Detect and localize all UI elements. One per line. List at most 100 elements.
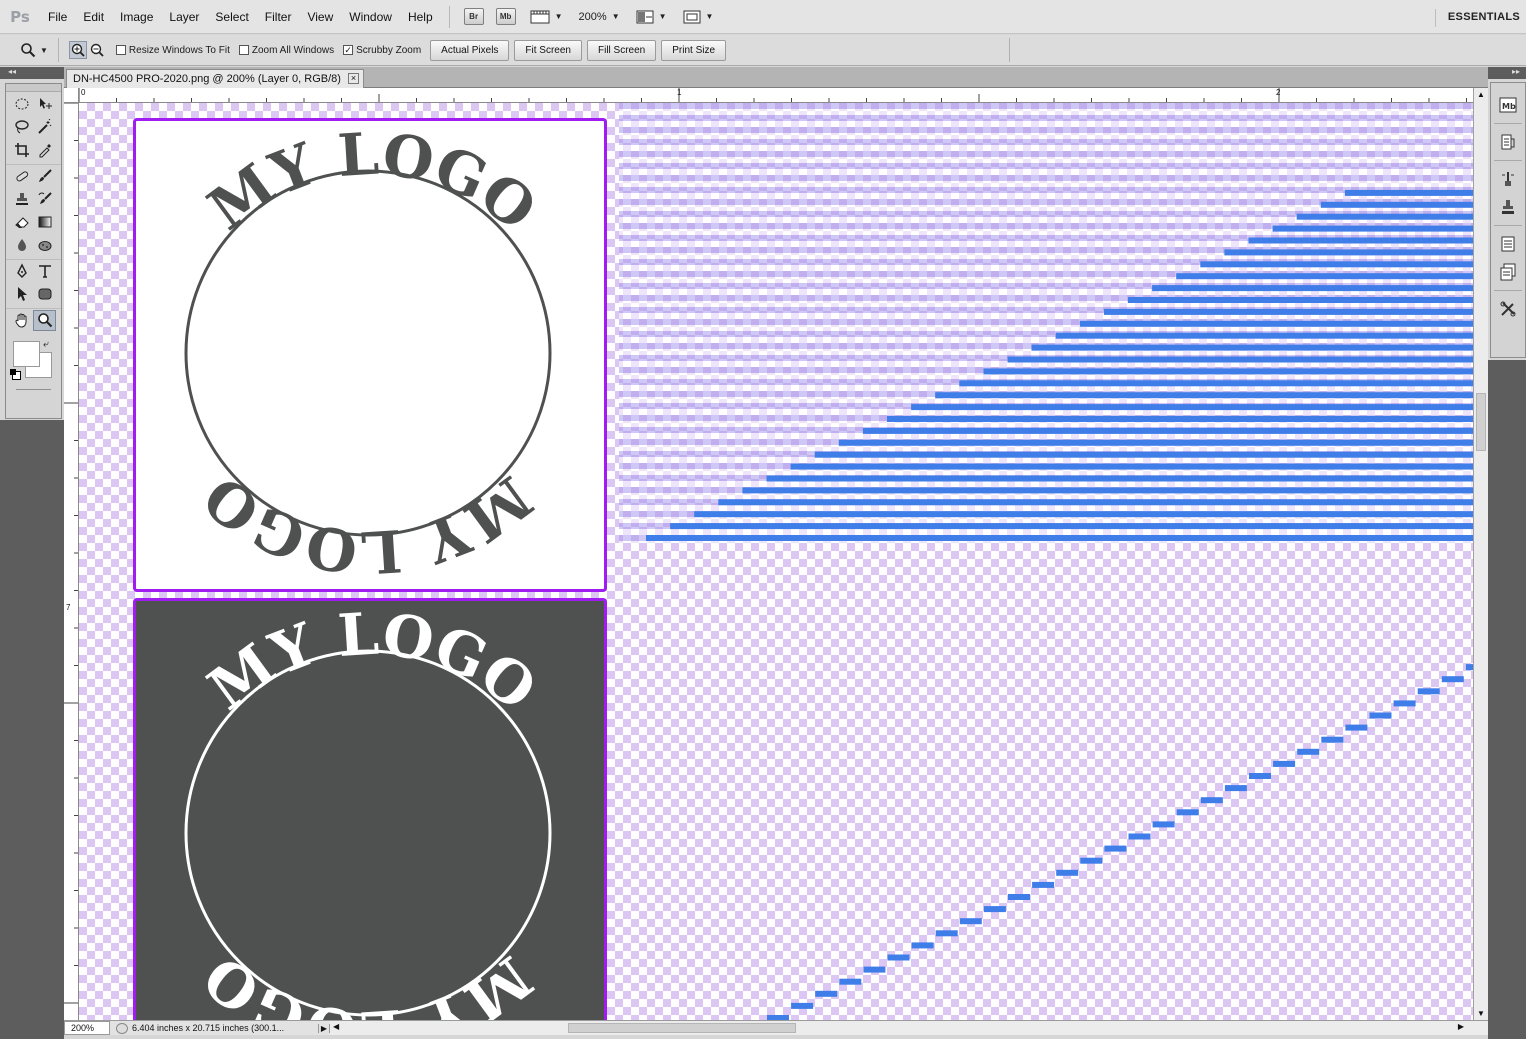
right-panel-header[interactable]: ▸▸: [1488, 67, 1526, 79]
horizontal-scrollbar[interactable]: ◀ ▶: [330, 1021, 1488, 1035]
tool-presets-panel-button[interactable]: [1491, 295, 1525, 323]
zoom-all-windows-checkbox[interactable]: Zoom All Windows: [238, 45, 334, 56]
screen-mode-icon: [683, 10, 701, 23]
scrubby-zoom-checkbox[interactable]: ✓ Scrubby Zoom: [343, 45, 421, 56]
tools-panel-header[interactable]: ◂◂: [0, 67, 64, 79]
menu-edit[interactable]: Edit: [75, 10, 112, 24]
menu-help[interactable]: Help: [400, 10, 441, 24]
vertical-scroll-thumb[interactable]: [1476, 393, 1486, 451]
type-tool[interactable]: [33, 261, 56, 282]
blue-bar: [1248, 237, 1473, 244]
type-icon: [38, 265, 51, 278]
lasso-icon: [14, 119, 29, 133]
menu-layer[interactable]: Layer: [161, 10, 207, 24]
water-drop-icon: [17, 238, 26, 251]
ruler-label: 7: [66, 603, 71, 612]
zoom-tool-icon: [21, 43, 36, 58]
crop-tool[interactable]: [10, 139, 33, 160]
blur-tool[interactable]: [10, 234, 33, 255]
eraser-tool[interactable]: [10, 211, 33, 232]
scroll-left-icon[interactable]: ◀: [333, 1022, 339, 1031]
horizontal-scroll-thumb[interactable]: [568, 1023, 796, 1033]
collapse-panel-icon[interactable]: ◂◂: [8, 67, 16, 76]
bridge-button[interactable]: Br: [463, 8, 484, 25]
layer-comps-panel-button[interactable]: [1491, 258, 1525, 286]
zoom-level-dropdown[interactable]: 200% ▼: [579, 11, 620, 23]
blue-step: [1321, 736, 1344, 743]
document-tab[interactable]: DN-HC4500 PRO-2020.png @ 200% (Layer 0, …: [66, 69, 364, 88]
expand-panels-icon[interactable]: ▸▸: [1512, 67, 1520, 76]
vertical-scrollbar[interactable]: ▲ ▼: [1473, 88, 1488, 1020]
fit-screen-button[interactable]: Fit Screen: [514, 39, 582, 61]
clone-source-icon: [1502, 200, 1514, 214]
tool-presets-icon: [1500, 301, 1516, 317]
lasso-tool[interactable]: [10, 116, 33, 137]
brush-presets-panel-button[interactable]: [1491, 165, 1525, 193]
history-panel-button[interactable]: [1491, 128, 1525, 156]
workspace-switcher[interactable]: ESSENTIALS: [1434, 9, 1520, 27]
vertical-ruler-ticks: [64, 103, 78, 1004]
eyedropper-tool[interactable]: [33, 139, 56, 160]
scroll-up-icon[interactable]: ▲: [1477, 90, 1485, 99]
ruler-origin[interactable]: [64, 88, 79, 103]
zoom-tool[interactable]: [33, 309, 56, 331]
menu-bar: Ps File Edit Image Layer Select Filter V…: [0, 0, 1526, 34]
print-size-button[interactable]: Print Size: [661, 39, 727, 61]
gradient-tool[interactable]: [33, 211, 56, 232]
blue-bar: [1031, 344, 1473, 351]
scroll-right-icon[interactable]: ▶: [1458, 1022, 1464, 1031]
magic-wand-tool[interactable]: [33, 116, 56, 137]
close-icon[interactable]: ×: [347, 73, 359, 84]
menu-select[interactable]: Select: [207, 10, 256, 24]
dodge-tool[interactable]: [33, 234, 56, 255]
arrange-documents-dropdown[interactable]: ▼: [636, 10, 667, 24]
menu-view[interactable]: View: [299, 10, 341, 24]
default-colors-icon[interactable]: [10, 369, 21, 380]
logo-text-bottom: MY LOGO: [191, 942, 544, 1020]
menu-file[interactable]: File: [40, 10, 75, 24]
horizontal-ruler[interactable]: 0 1 2: [79, 88, 1473, 103]
zoom-in-button[interactable]: [68, 41, 87, 59]
tools-panel-grip[interactable]: [6, 84, 61, 92]
vertical-ruler[interactable]: 7: [64, 103, 79, 1020]
spot-healing-tool[interactable]: [10, 166, 33, 187]
resize-windows-checkbox[interactable]: Resize Windows To Fit: [115, 45, 230, 56]
actual-pixels-button[interactable]: Actual Pixels: [430, 39, 510, 61]
blue-bar: [1176, 273, 1473, 280]
logo-text-top: MY LOGO: [196, 601, 549, 724]
zoom-out-button[interactable]: [88, 41, 106, 59]
svg-text:Mb: Mb: [1502, 102, 1516, 111]
menu-image[interactable]: Image: [112, 10, 161, 24]
status-menu-arrow-icon[interactable]: ▶: [318, 1023, 330, 1033]
tool-preset-picker[interactable]: ▼: [6, 38, 59, 62]
swap-colors-icon[interactable]: ⤶: [43, 339, 49, 350]
move-tool[interactable]: [33, 93, 56, 114]
shape-tool[interactable]: [33, 283, 56, 304]
logo-light-tile: MY LOGO MY LOGO: [133, 118, 607, 592]
clone-stamp-tool[interactable]: [10, 188, 33, 209]
pen-tool[interactable]: [10, 261, 33, 282]
marquee-tool[interactable]: [10, 93, 33, 114]
document-canvas[interactable]: MY LOGO MY LOGO MY LOGO MY LOGO: [79, 103, 1473, 1020]
mini-bridge-panel-button[interactable]: Mb: [1491, 91, 1525, 119]
foreground-color-swatch[interactable]: [13, 341, 40, 367]
hand-tool[interactable]: [10, 310, 33, 331]
scroll-down-icon[interactable]: ▼: [1477, 1009, 1485, 1018]
scrubby-zoom-label: Scrubby Zoom: [356, 44, 422, 56]
path-selection-tool[interactable]: [10, 283, 33, 304]
dock-separator: [1494, 160, 1522, 161]
notes-panel-button[interactable]: [1491, 230, 1525, 258]
menu-window[interactable]: Window: [341, 10, 400, 24]
zoom-level-field[interactable]: 200%: [64, 1021, 110, 1035]
mini-bridge-button[interactable]: Mb: [495, 8, 516, 25]
blue-step: [791, 1002, 814, 1009]
fill-screen-button[interactable]: Fill Screen: [587, 39, 657, 61]
menu-filter[interactable]: Filter: [257, 10, 300, 24]
screen-mode-dropdown[interactable]: ▼: [683, 10, 713, 24]
view-extras-dropdown[interactable]: ▼: [530, 10, 563, 24]
history-brush-tool[interactable]: [33, 188, 56, 209]
blue-bar: [1103, 308, 1473, 315]
brush-tool[interactable]: [33, 166, 56, 187]
stamp-icon: [15, 192, 28, 205]
clone-source-panel-button[interactable]: [1491, 193, 1525, 221]
